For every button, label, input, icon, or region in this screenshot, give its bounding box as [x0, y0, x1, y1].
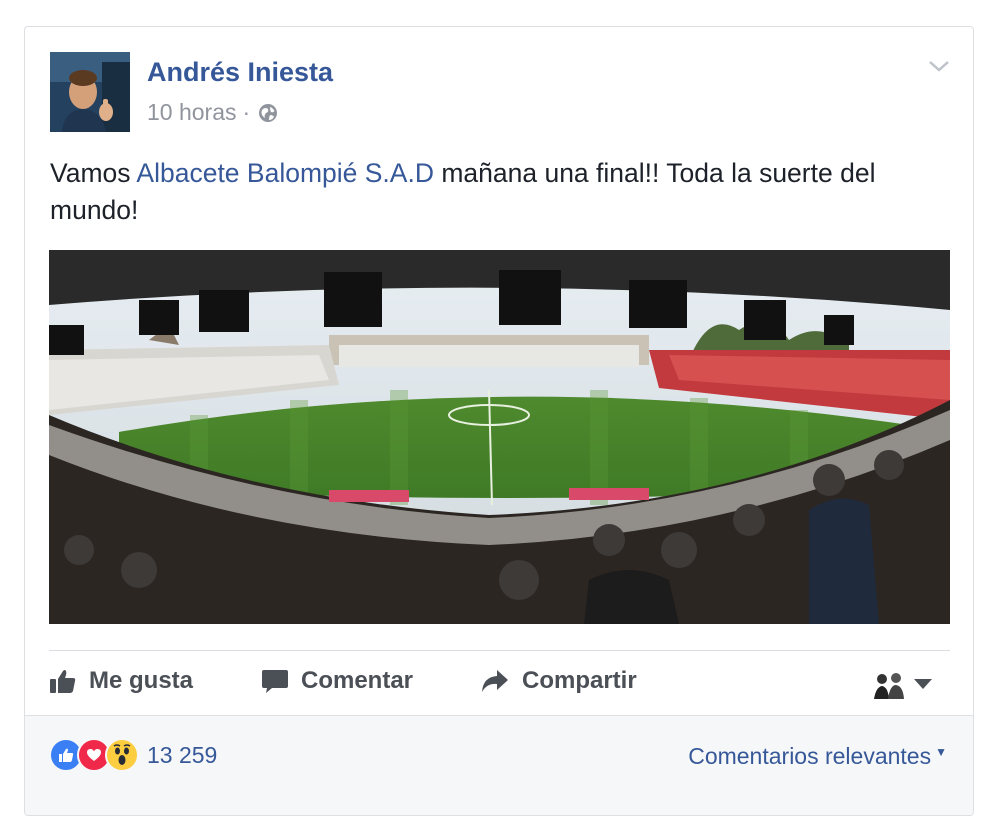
- comments-filter-label: Comentarios relevantes: [688, 743, 932, 769]
- post-card: Andrés Iniesta 10 horas · Vamos Albacete…: [24, 26, 974, 816]
- post-text-start: Vamos: [50, 158, 137, 188]
- wow-reaction-icon: [105, 738, 139, 772]
- like-button[interactable]: Me gusta: [49, 667, 193, 695]
- like-label: Me gusta: [89, 667, 194, 694]
- post-timestamp[interactable]: 10 horas: [147, 99, 237, 126]
- post-footer: 13 259 Comentarios relevantes ▼: [25, 715, 973, 815]
- post-photo[interactable]: [49, 250, 950, 624]
- reaction-count: 13 259: [147, 741, 218, 768]
- thumbs-up-icon: [50, 670, 76, 693]
- post-meta: 10 horas ·: [147, 99, 278, 126]
- chevron-down-icon[interactable]: [927, 57, 951, 75]
- share-label: Compartir: [522, 667, 637, 694]
- page-avatar-icon: [872, 669, 906, 699]
- globe-icon[interactable]: [258, 103, 278, 123]
- caret-down-icon: ▼: [935, 745, 947, 759]
- share-button[interactable]: Compartir: [480, 667, 637, 695]
- post-message: Vamos Albacete Balompié S.A.D mañana una…: [50, 155, 950, 229]
- share-arrow-icon: [482, 670, 508, 692]
- caret-down-icon: [914, 679, 932, 689]
- author-name[interactable]: Andrés Iniesta: [147, 57, 333, 88]
- comment-button[interactable]: Comentar: [261, 667, 413, 695]
- react-as-selector[interactable]: [872, 669, 932, 699]
- comment-label: Comentar: [301, 667, 414, 694]
- reactions-summary[interactable]: 13 259: [49, 738, 217, 772]
- post-actions-bar: Me gusta Comentar Compartir: [49, 651, 950, 713]
- author-avatar[interactable]: [50, 52, 130, 132]
- speech-bubble-icon: [262, 670, 288, 693]
- comments-filter-dropdown[interactable]: Comentarios relevantes ▼: [688, 743, 947, 770]
- page-mention-link[interactable]: Albacete Balompié S.A.D: [136, 158, 434, 188]
- meta-separator: ·: [242, 99, 251, 125]
